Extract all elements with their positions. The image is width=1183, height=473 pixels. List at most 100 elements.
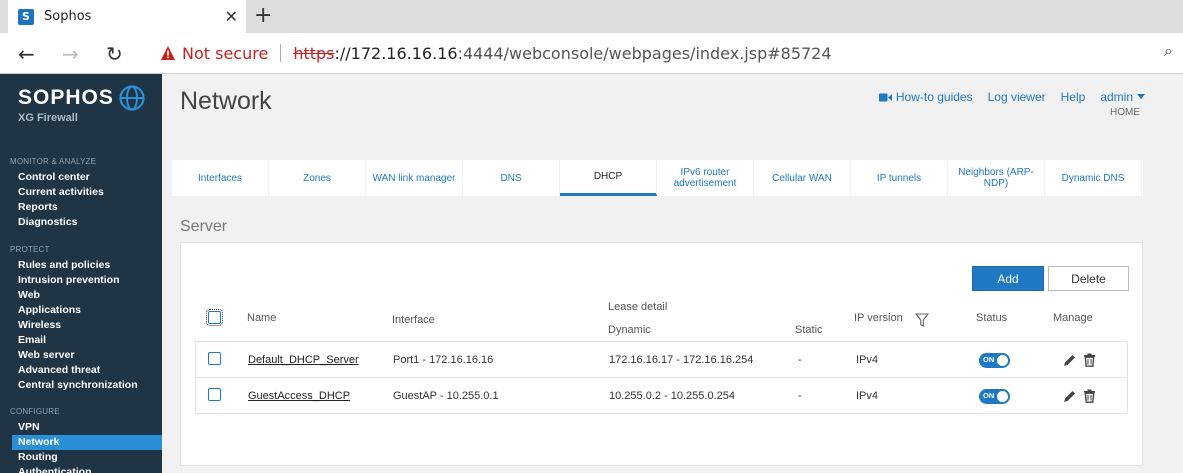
tab-dhcp[interactable]: DHCP — [560, 160, 657, 196]
ip-version-cell: IPv4 — [856, 390, 879, 402]
back-arrow-icon[interactable]: ← — [18, 42, 35, 66]
browser-tab[interactable]: S Sophos ✕ — [8, 0, 246, 33]
section-title: Server — [180, 218, 228, 235]
tab-wan-link-manager[interactable]: WAN link manager — [366, 160, 463, 196]
nav-section-title: MONITOR & ANALYZE — [10, 157, 97, 166]
nav-section-protect: PROTECT Rules and policies Intrusion pre… — [0, 245, 162, 393]
refresh-icon[interactable]: ↻ — [106, 42, 123, 66]
trash-icon[interactable] — [1083, 353, 1096, 367]
sidebar-item-routing[interactable]: Routing — [0, 450, 162, 465]
forward-arrow-icon[interactable]: → — [62, 42, 79, 66]
column-header-status[interactable]: Status — [976, 312, 1007, 324]
toggle-label: ON — [983, 391, 995, 400]
video-camera-icon — [878, 93, 892, 102]
row-checkbox[interactable] — [208, 352, 221, 365]
tab-neighbors[interactable]: Neighbors (ARP-NDP) — [948, 160, 1045, 196]
column-header-dynamic[interactable]: Dynamic — [608, 324, 651, 336]
admin-menu[interactable]: admin — [1100, 90, 1145, 104]
brand-subtitle: XG Firewall — [18, 112, 78, 124]
edit-pencil-icon[interactable] — [1063, 353, 1076, 367]
brand-name: SOPHOS — [18, 86, 114, 109]
sidebar-item-email[interactable]: Email — [0, 333, 162, 348]
sidebar-item-advanced-threat[interactable]: Advanced threat — [0, 363, 162, 378]
help-link[interactable]: Help — [1061, 90, 1086, 104]
dynamic-cell: 10.255.0.2 - 10.255.0.254 — [609, 390, 735, 402]
sidebar-item-diagnostics[interactable]: Diagnostics — [0, 215, 162, 230]
server-name-link[interactable]: GuestAccess_DHCP — [248, 390, 350, 402]
tab-interfaces[interactable]: Interfaces — [172, 160, 269, 196]
chevron-down-icon — [1137, 94, 1145, 99]
tab-ipv6-router-advertisement[interactable]: IPv6 router advertisement — [657, 160, 754, 196]
sidebar: SOPHOS XG Firewall MONITOR & ANALYZE Con… — [0, 74, 162, 473]
url-path: :4444/webconsole/webpages/index.jsp#8572… — [457, 43, 832, 63]
main-content: Network How-to guides Log viewer Help ad… — [162, 74, 1183, 473]
toggle-knob — [997, 391, 1008, 402]
browser-tab-bar: S Sophos ✕ + — [0, 0, 1183, 33]
brand: SOPHOS XG Firewall — [18, 86, 114, 124]
sidebar-item-web-server[interactable]: Web server — [0, 348, 162, 363]
close-tab-icon[interactable]: ✕ — [225, 7, 238, 26]
column-header-static[interactable]: Static — [795, 324, 823, 336]
nav-section-title: PROTECT — [10, 245, 50, 254]
sidebar-item-central-synchronization[interactable]: Central synchronization — [0, 378, 162, 393]
column-header-interface[interactable]: Interface — [392, 314, 435, 326]
tab-dynamic-dns[interactable]: Dynamic DNS — [1045, 160, 1142, 196]
edit-pencil-icon[interactable] — [1063, 389, 1076, 403]
filter-icon[interactable] — [915, 313, 929, 327]
column-header-ip-version[interactable]: IP version — [854, 312, 903, 324]
warning-icon — [161, 46, 175, 60]
sidebar-item-current-activities[interactable]: Current activities — [0, 185, 162, 200]
sidebar-item-control-center[interactable]: Control center — [0, 170, 162, 185]
sidebar-item-intrusion-prevention[interactable]: Intrusion prevention — [0, 273, 162, 288]
log-viewer-link[interactable]: Log viewer — [988, 90, 1046, 104]
status-toggle[interactable]: ON — [979, 353, 1010, 368]
table-header: Name Interface Lease detail Dynamic Stat… — [195, 298, 1128, 342]
toggle-label: ON — [983, 355, 995, 364]
ip-version-cell: IPv4 — [856, 354, 879, 366]
table-row: Default_DHCP_Server Port1 - 172.16.16.16… — [195, 341, 1128, 378]
column-header-manage: Manage — [1053, 312, 1093, 324]
delete-button[interactable]: Delete — [1048, 266, 1129, 291]
tab-dns[interactable]: DNS — [463, 160, 560, 196]
howto-guides-link[interactable]: How-to guides — [878, 90, 973, 104]
browser-tab-title: Sophos — [44, 9, 92, 24]
sidebar-item-applications[interactable]: Applications — [0, 303, 162, 318]
url-host: ://172.16.16.16 — [334, 43, 458, 63]
sophos-favicon-icon: S — [18, 8, 34, 25]
sidebar-item-web[interactable]: Web — [0, 288, 162, 303]
server-name-link[interactable]: Default_DHCP_Server — [248, 354, 359, 366]
sidebar-item-rules-and-policies[interactable]: Rules and policies — [0, 258, 162, 273]
server-panel: Add Delete Name Interface Lease detail D… — [180, 242, 1143, 466]
zoom-icon[interactable]: ⌕ — [1164, 41, 1173, 61]
url-bar[interactable]: Not secure https://172.16.16.16:4444/web… — [146, 37, 1183, 69]
tab-ip-tunnels[interactable]: IP tunnels — [851, 160, 948, 196]
sophos-globe-icon — [119, 85, 145, 111]
table-row: GuestAccess_DHCP GuestAP - 10.255.0.1 10… — [195, 377, 1128, 414]
row-checkbox[interactable] — [208, 388, 221, 401]
howto-guides-label: How-to guides — [895, 90, 973, 104]
trash-icon[interactable] — [1083, 389, 1096, 403]
sidebar-item-network[interactable]: Network — [12, 435, 162, 450]
status-toggle[interactable]: ON — [979, 389, 1010, 404]
static-cell: - — [798, 354, 802, 366]
tab-zones[interactable]: Zones — [269, 160, 366, 196]
url-protocol: https — [293, 43, 335, 63]
home-label: HOME — [1110, 107, 1140, 118]
nav-section-monitor: MONITOR & ANALYZE Control center Current… — [0, 157, 162, 230]
sidebar-item-wireless[interactable]: Wireless — [0, 318, 162, 333]
not-secure-label: Not secure — [182, 43, 269, 63]
select-all-checkbox[interactable] — [206, 309, 223, 326]
add-button[interactable]: Add — [972, 266, 1044, 291]
url-separator — [280, 44, 282, 62]
browser-address-bar: ← → ↻ Not secure https://172.16.16.16:44… — [0, 33, 1183, 74]
tab-cellular-wan[interactable]: Cellular WAN — [754, 160, 851, 196]
column-header-name[interactable]: Name — [247, 312, 276, 324]
nav-section-configure: CONFIGURE VPN Network Routing Authentica… — [0, 407, 162, 473]
network-tabs: Interfaces Zones WAN link manager DNS DH… — [172, 160, 1143, 196]
sidebar-item-authentication[interactable]: Authentication — [0, 465, 162, 473]
new-tab-icon[interactable]: + — [254, 3, 272, 28]
url-text: https://172.16.16.16:4444/webconsole/web… — [293, 44, 831, 63]
sidebar-item-reports[interactable]: Reports — [0, 200, 162, 215]
dynamic-cell: 172.16.16.17 - 172.16.16.254 — [609, 354, 754, 366]
sidebar-item-vpn[interactable]: VPN — [0, 420, 162, 435]
